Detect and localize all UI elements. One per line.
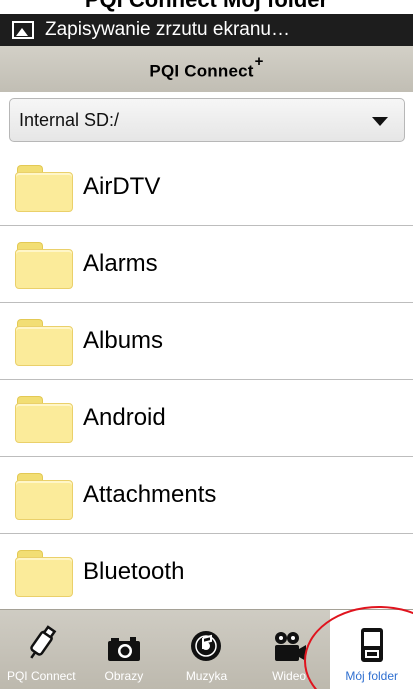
- folder-name: Alarms: [83, 250, 158, 277]
- tab-pqi-connect[interactable]: PQI Connect: [0, 610, 83, 689]
- clipped-top-caption-text: PQI Connect Mój folder: [0, 0, 413, 13]
- folder-row-albums[interactable]: Albums: [0, 303, 413, 380]
- clipped-top-caption: PQI Connect Mój folder: [0, 0, 413, 14]
- tab-muzyka[interactable]: Muzyka: [165, 610, 248, 689]
- app-title-text: PQI Connect: [149, 61, 254, 81]
- storage-path-dropdown[interactable]: Internal SD:/: [9, 98, 405, 142]
- video-camera-icon: [275, 632, 307, 661]
- tab-label: PQI Connect: [6, 669, 76, 683]
- folder-icon: [15, 239, 73, 289]
- notification-text: Zapisywanie zrzutu ekranu…: [45, 19, 290, 40]
- folder-icon: [15, 162, 73, 212]
- tab-moj-folder[interactable]: Mój folder: [330, 610, 413, 689]
- tab-obrazy[interactable]: Obrazy: [83, 610, 166, 689]
- camera-icon: [107, 637, 140, 661]
- folder-name: Android: [83, 404, 166, 431]
- folder-row-airdtv[interactable]: AirDTV: [0, 149, 413, 226]
- tab-label: Muzyka: [185, 669, 228, 683]
- folder-row-bluetooth[interactable]: Bluetooth: [0, 534, 413, 609]
- tab-label: Obrazy: [104, 669, 144, 683]
- tab-label: Wideo: [272, 669, 307, 683]
- app-title: PQI Connect+: [149, 53, 263, 82]
- usb-drive-icon: [30, 625, 57, 659]
- chevron-down-icon: [372, 117, 388, 126]
- tab-label: Mój folder: [345, 669, 399, 683]
- folder-icon: [15, 316, 73, 366]
- folder-name: Bluetooth: [83, 558, 185, 585]
- folder-icon: [15, 547, 73, 597]
- path-bar: Internal SD:/: [0, 92, 413, 148]
- file-list[interactable]: AirDTV Alarms Albums Android Attachments…: [0, 149, 413, 609]
- folder-name: AirDTV: [83, 173, 161, 200]
- app-title-bar: PQI Connect+: [0, 46, 413, 92]
- music-disc-icon: [191, 631, 222, 661]
- app-title-superscript: +: [254, 52, 264, 70]
- folder-name: Albums: [83, 327, 164, 354]
- storage-path-value: Internal SD:/: [19, 109, 120, 130]
- screenshot-image-icon: [12, 21, 34, 39]
- folder-row-android[interactable]: Android: [0, 380, 413, 457]
- folder-row-alarms[interactable]: Alarms: [0, 226, 413, 303]
- device-folder-icon: [360, 628, 383, 662]
- folder-icon: [15, 470, 73, 520]
- folder-icon: [15, 393, 73, 443]
- screen: PQI Connect Mój folder Zapisywanie zrzut…: [0, 0, 413, 689]
- folder-name: Attachments: [83, 481, 217, 508]
- notification-bar[interactable]: Zapisywanie zrzutu ekranu…: [0, 14, 413, 46]
- folder-row-attachments[interactable]: Attachments: [0, 457, 413, 534]
- bottom-tab-bar: PQI Connect Obrazy Muzyka Wideo Mój fold…: [0, 609, 413, 689]
- tab-wideo[interactable]: Wideo: [248, 610, 331, 689]
